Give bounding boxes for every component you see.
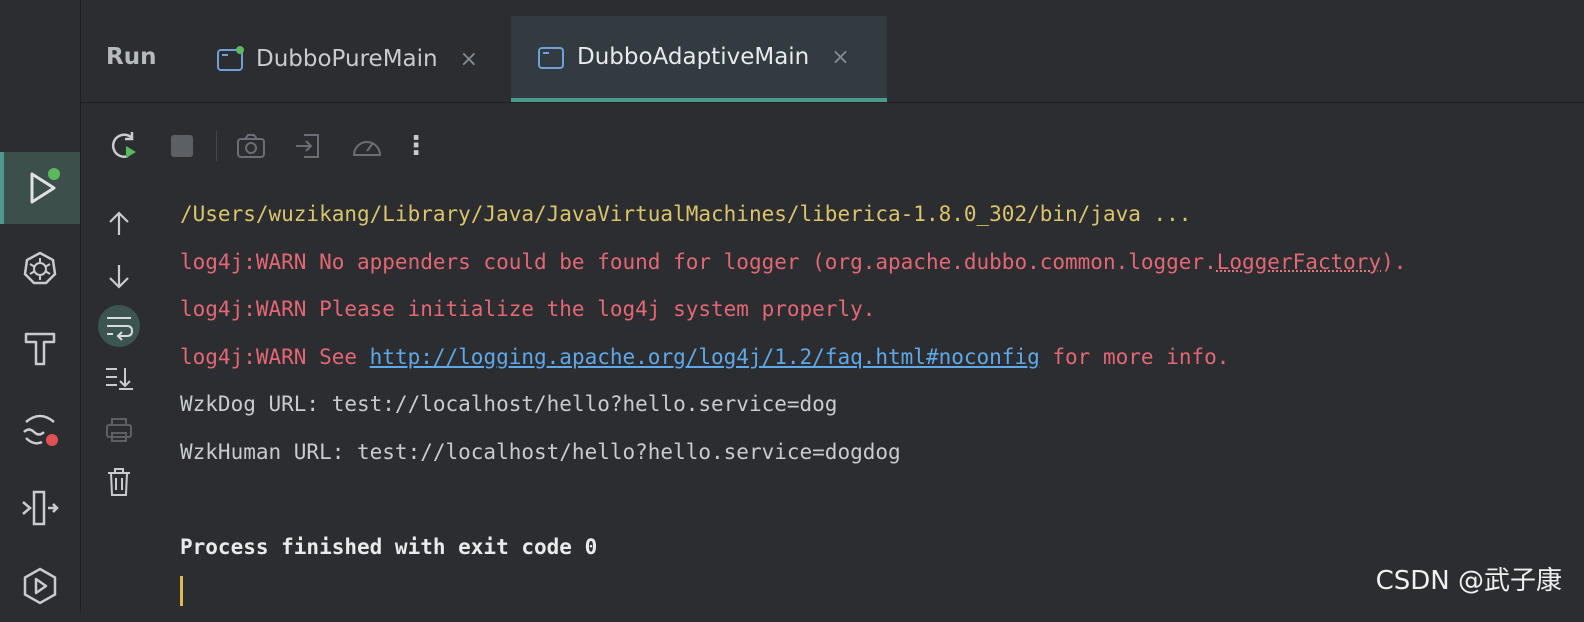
rerun-button[interactable] [100, 124, 148, 168]
typo-highlight: LoggerFactory [1217, 250, 1381, 274]
soft-wrap-toggle[interactable] [96, 304, 142, 348]
profiler-icon [350, 131, 384, 161]
structure-icon [20, 488, 60, 528]
console-line-output: WzkDog URL: test://localhost/hello?hello… [180, 386, 1580, 434]
tool-window-title: Run [106, 44, 156, 70]
profiler-button[interactable] [343, 124, 391, 168]
watermark: CSDN @武子康 [1376, 560, 1562, 597]
sidebar-kubernetes-button[interactable] [0, 232, 80, 304]
scroll-up-icon [106, 209, 132, 239]
more-icon[interactable]: ⋮ [401, 124, 431, 168]
clear-all-button[interactable] [96, 460, 142, 504]
app-config-icon [537, 44, 565, 70]
sidebar-run-button[interactable] [0, 152, 80, 224]
text-cursor [180, 576, 183, 606]
close-icon[interactable]: × [831, 45, 849, 70]
console-text: log4j:WARN No appenders could be found f… [180, 250, 1217, 274]
scroll-to-end-button[interactable] [96, 356, 142, 400]
sidebar-problems-button[interactable] [0, 392, 80, 464]
restore-layout-icon [294, 131, 324, 161]
toolbar-separator [216, 131, 217, 161]
console-line-warning: log4j:WARN See http://logging.apache.org… [180, 339, 1580, 387]
tab-label: DubboAdaptiveMain [577, 44, 809, 70]
sidebar-services-button[interactable] [0, 550, 80, 622]
scroll-to-end-icon [103, 364, 135, 392]
tab-dubbo-pure-main[interactable]: DubboPureMain × [200, 16, 510, 102]
scroll-down-icon [106, 261, 132, 291]
console-text: log4j:WARN See [180, 345, 370, 369]
top-strip [80, 0, 1584, 15]
build-icon [22, 328, 58, 368]
console-line-exit: Process finished with exit code 0 [180, 529, 1580, 577]
console-text: for more info. [1040, 345, 1230, 369]
console-line-warning: log4j:WARN No appenders could be found f… [180, 244, 1580, 292]
sidebar-build-button[interactable] [0, 312, 80, 384]
scroll-down-button[interactable] [96, 254, 142, 298]
screenshot-button[interactable] [227, 124, 275, 168]
rerun-icon [108, 130, 140, 162]
close-icon[interactable]: × [460, 47, 478, 72]
clear-icon [105, 466, 133, 498]
console-text: ). [1381, 250, 1406, 274]
tab-dubbo-adaptive-main[interactable]: DubboAdaptiveMain × [511, 16, 887, 102]
sidebar-structure-button[interactable] [0, 472, 80, 544]
problems-icon [20, 408, 60, 448]
console-hyperlink[interactable]: http://logging.apache.org/log4j/1.2/faq.… [370, 345, 1040, 369]
stop-icon [168, 132, 196, 160]
console-output: /Users/wuzikang/Library/Java/JavaVirtual… [180, 196, 1580, 576]
print-button[interactable] [96, 408, 142, 452]
console-line-warning: log4j:WARN Please initialize the log4j s… [180, 291, 1580, 339]
restore-layout-button[interactable] [285, 124, 333, 168]
stop-button[interactable] [158, 124, 206, 168]
scroll-up-button[interactable] [96, 202, 142, 246]
services-icon [20, 566, 60, 606]
console-line-java-path: /Users/wuzikang/Library/Java/JavaVirtual… [180, 196, 1580, 244]
soft-wrap-icon [97, 304, 141, 348]
tool-sidebar [0, 0, 81, 612]
run-icon [24, 168, 60, 208]
tab-label: DubboPureMain [256, 46, 438, 72]
console-line-blank [180, 481, 1580, 529]
console-line-output: WzkHuman URL: test://localhost/hello?hel… [180, 434, 1580, 482]
run-toolbar: ⋮ [100, 124, 441, 168]
camera-icon [235, 131, 267, 161]
app-config-icon [216, 46, 244, 72]
print-icon [104, 416, 134, 444]
kubernetes-icon [22, 250, 58, 286]
